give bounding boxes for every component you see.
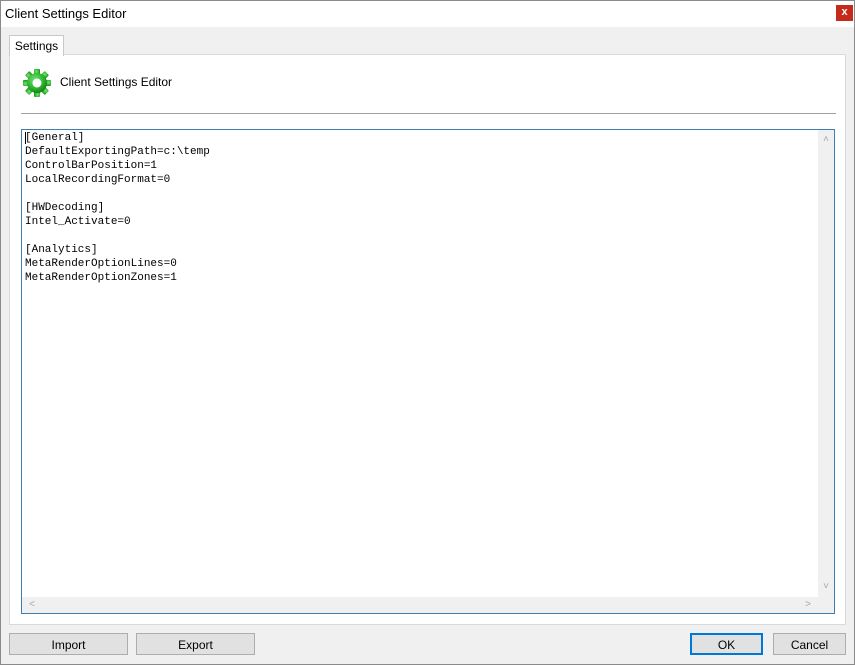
header-title: Client Settings Editor <box>60 75 173 89</box>
settings-tab-panel: Client Settings Editor [General] Default… <box>9 54 846 625</box>
scroll-down-icon[interactable]: ˅ <box>818 579 834 595</box>
export-button[interactable]: Export <box>136 633 255 655</box>
text-caret <box>25 132 26 144</box>
settings-text-editor[interactable]: [General] DefaultExportingPath=c:\temp C… <box>21 129 835 614</box>
import-button[interactable]: Import <box>9 633 128 655</box>
gear-icon <box>23 69 51 97</box>
scroll-left-icon[interactable]: < <box>24 597 40 613</box>
header-separator <box>21 113 836 114</box>
cancel-button[interactable]: Cancel <box>773 633 846 655</box>
window-title: Client Settings Editor <box>5 6 127 21</box>
vertical-scrollbar[interactable]: ˄ ˅ <box>818 130 834 597</box>
tab-settings[interactable]: Settings <box>9 35 64 56</box>
ok-button[interactable]: OK <box>690 633 763 655</box>
scroll-right-icon[interactable]: > <box>800 597 816 613</box>
close-button[interactable]: x <box>836 5 853 21</box>
settings-text-content[interactable]: [General] DefaultExportingPath=c:\temp C… <box>25 131 815 595</box>
scrollbar-corner <box>818 597 834 613</box>
horizontal-scrollbar[interactable]: < > <box>22 597 818 613</box>
title-bar[interactable]: Client Settings Editor x <box>1 1 854 27</box>
scroll-up-icon[interactable]: ˄ <box>818 132 834 148</box>
